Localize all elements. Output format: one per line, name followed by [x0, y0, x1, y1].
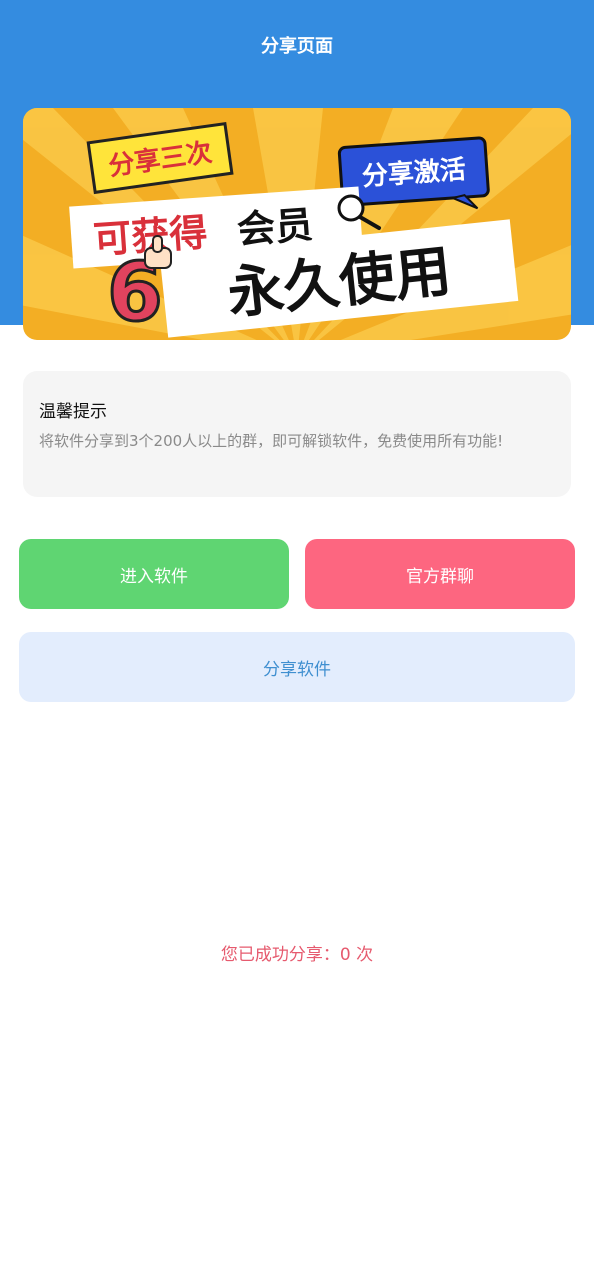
- enter-app-button[interactable]: 进入软件: [19, 539, 289, 609]
- page-title: 分享页面: [261, 36, 333, 57]
- official-group-button[interactable]: 官方群聊: [305, 539, 575, 609]
- share-count-status: 您已成功分享：0 次: [220, 945, 374, 965]
- share-app-button[interactable]: 分享软件: [19, 632, 575, 702]
- tip-title: 温馨提示: [39, 402, 107, 422]
- promo-banner-graphic: 分享三次 分享激活 可获得 会员 永久使用 6: [23, 108, 571, 340]
- tip-body: 将软件分享到3个200人以上的群，即可解锁软件，免费使用所有功能!: [39, 432, 504, 450]
- promo-banner: 分享三次 分享激活 可获得 会员 永久使用 6: [23, 108, 571, 340]
- tip-card: 温馨提示 将软件分享到3个200人以上的群，即可解锁软件，免费使用所有功能!: [23, 371, 571, 497]
